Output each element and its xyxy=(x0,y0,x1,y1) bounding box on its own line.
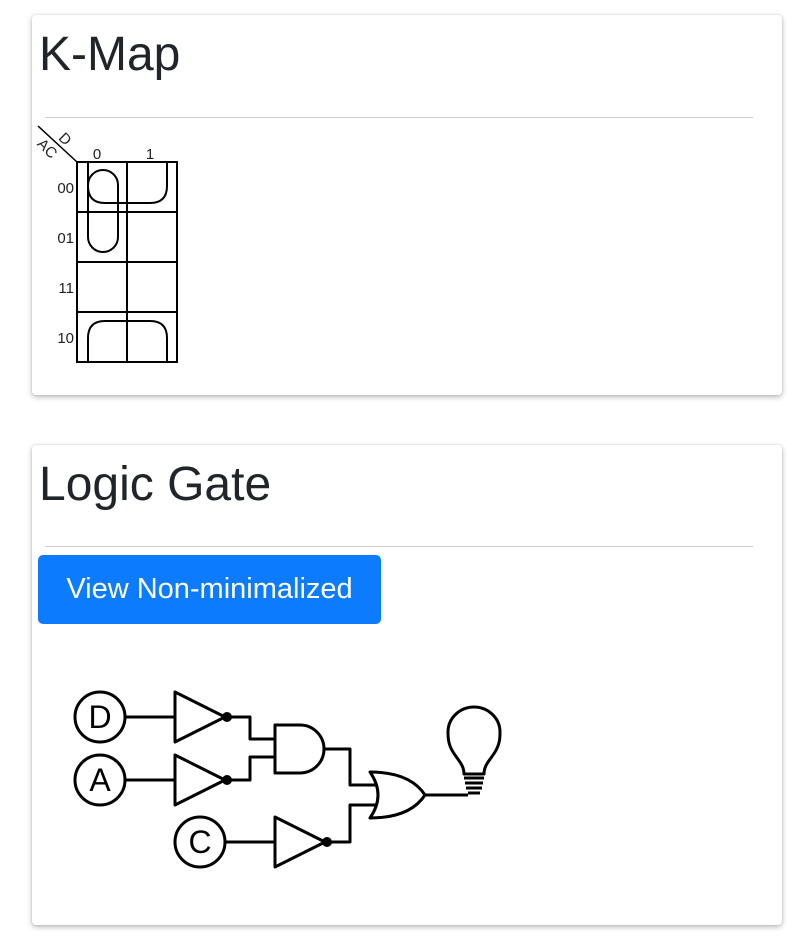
kmap-divider xyxy=(45,117,753,118)
kmap-diagram: D AC 0 1 00 01 11 10 xyxy=(35,125,178,363)
not-gate-icon xyxy=(273,815,327,869)
kmap-row-header: 10 xyxy=(57,330,74,347)
logic-gate-diagram: D A C xyxy=(73,690,502,869)
input-label-c: C xyxy=(188,824,211,860)
wire xyxy=(330,803,376,844)
light-bulb-icon xyxy=(446,705,502,795)
or-gate-icon xyxy=(368,770,427,820)
input-label-a: A xyxy=(89,762,111,798)
not-gate-bubble xyxy=(322,837,332,847)
wire xyxy=(230,715,275,741)
and-gate-icon xyxy=(273,723,326,775)
view-non-minimalized-button[interactable]: View Non-minimalized xyxy=(38,555,381,624)
wire xyxy=(230,755,275,782)
kmap-grid xyxy=(76,161,178,363)
kmap-col-variable: D xyxy=(55,129,75,149)
logic-gate-divider xyxy=(45,546,753,547)
not-gate-icon xyxy=(173,690,227,744)
kmap-card: K-Map D AC 0 1 00 01 11 10 xyxy=(32,15,782,395)
kmap-row-header: 11 xyxy=(58,280,74,297)
kmap-row-header: 01 xyxy=(57,230,74,247)
input-label-d: D xyxy=(88,699,111,735)
not-gate-bubble xyxy=(222,775,232,785)
not-gate-bubble xyxy=(222,712,232,722)
kmap-col-header: 1 xyxy=(146,146,154,163)
logic-gate-title: Logic Gate xyxy=(39,458,272,511)
not-gate-icon xyxy=(173,753,227,807)
wire xyxy=(324,747,376,787)
kmap-row-header: 00 xyxy=(57,180,74,197)
logic-gate-card: Logic Gate View Non-minimalized D A C xyxy=(32,445,782,925)
kmap-title: K-Map xyxy=(39,28,181,81)
kmap-col-header: 0 xyxy=(93,146,101,163)
